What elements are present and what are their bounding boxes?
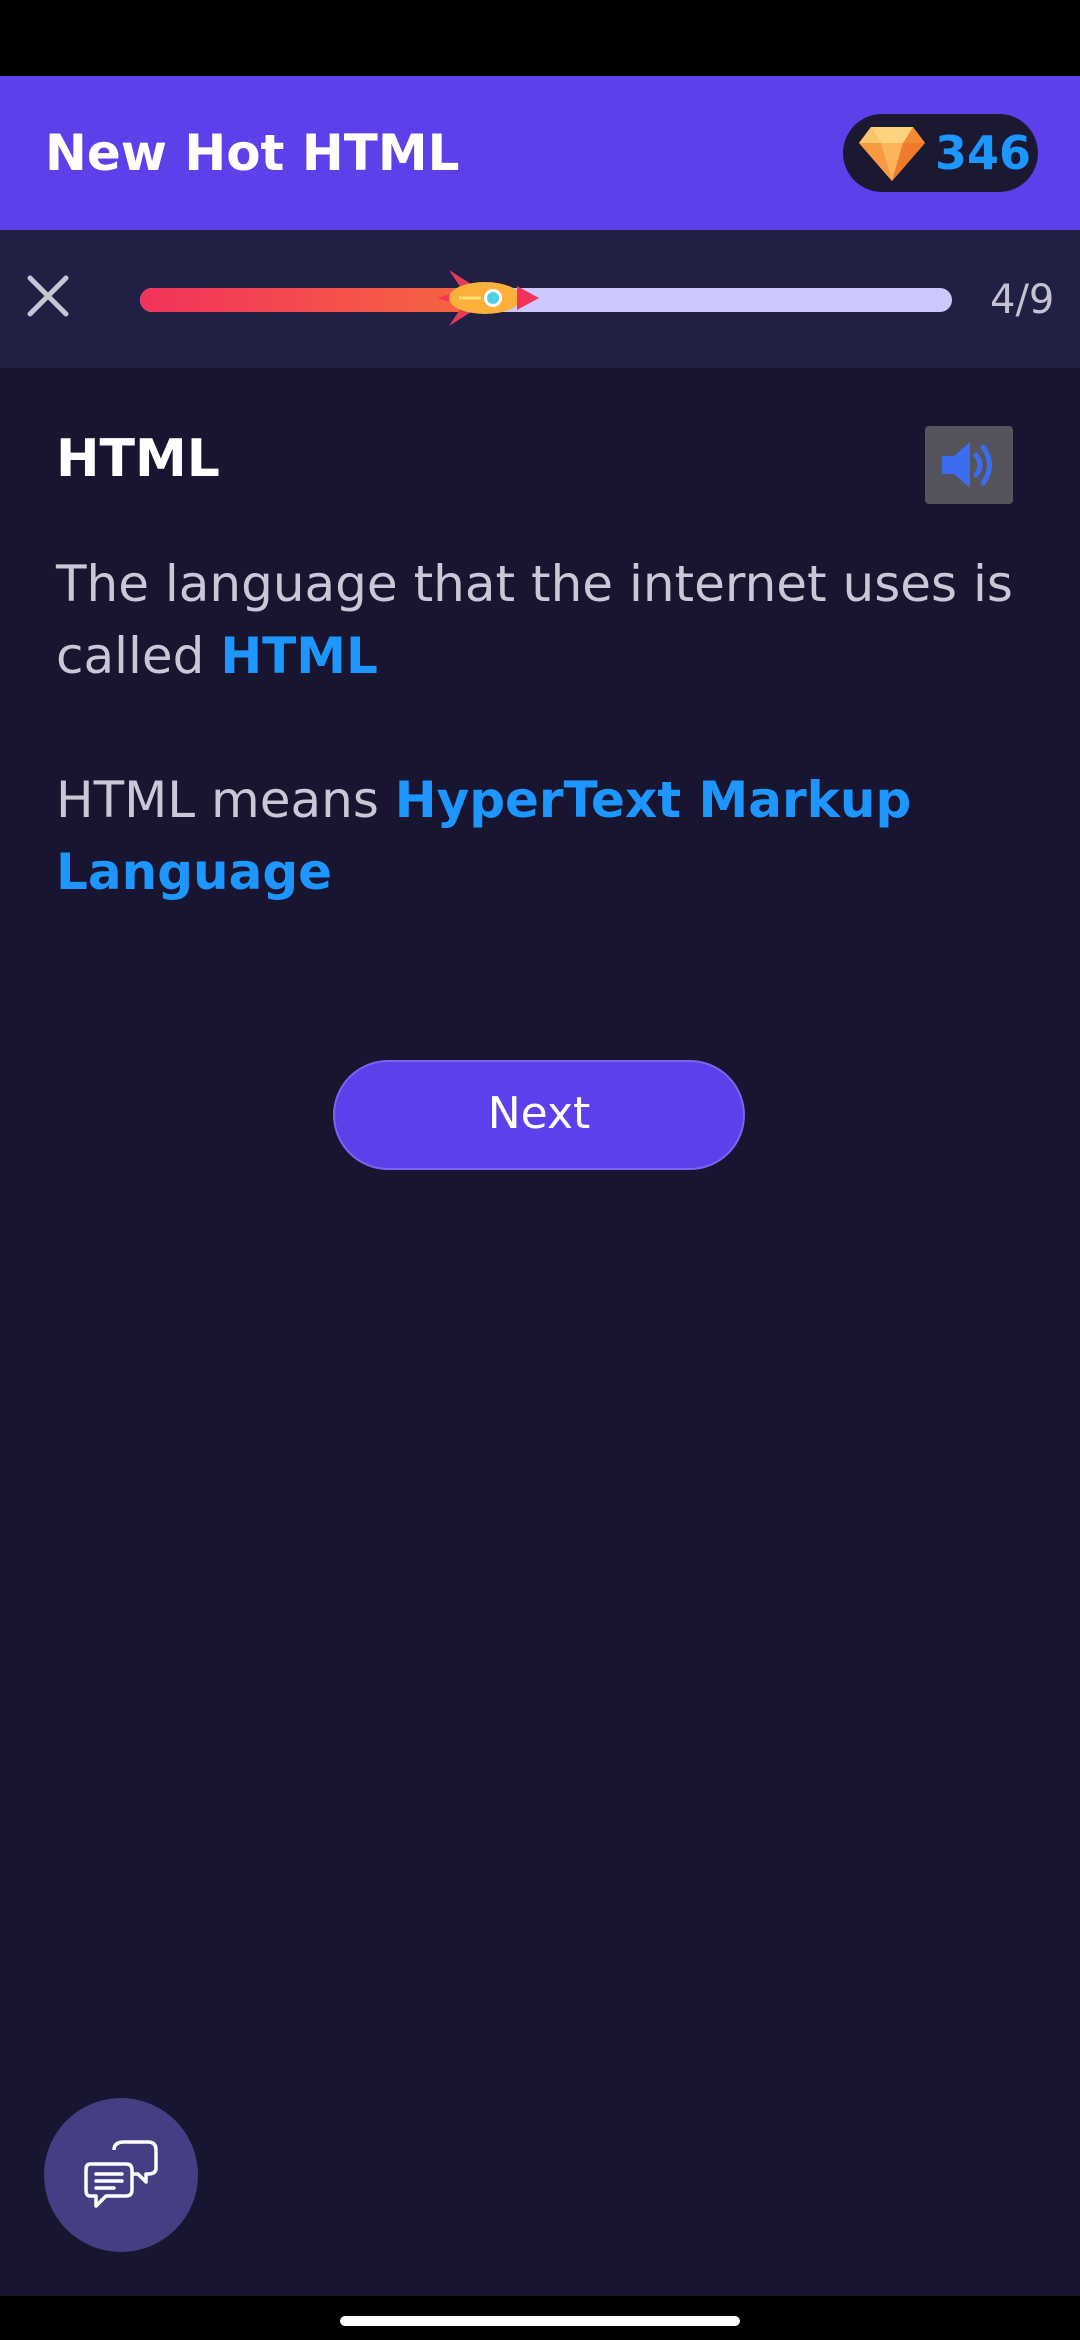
diamond-icon — [859, 127, 925, 181]
rocket-icon — [436, 270, 539, 326]
progress-bar — [140, 288, 952, 312]
app-title: New Hot HTML — [45, 124, 460, 182]
highlight-html: HTML — [220, 627, 378, 685]
speaker-icon — [942, 442, 992, 488]
paragraph-1-text: The language that the internet uses is c… — [56, 555, 1013, 685]
paragraph-2-text: HTML means — [56, 771, 395, 829]
gem-counter[interactable]: 346 — [843, 114, 1038, 192]
status-bar — [0, 0, 1080, 76]
chat-button[interactable] — [44, 2098, 198, 2252]
lesson-title: HTML — [56, 429, 220, 489]
lesson-paragraph-1: The language that the internet uses is c… — [56, 548, 1036, 692]
close-icon[interactable] — [24, 272, 72, 320]
progress-count: 4/9 — [990, 277, 1055, 323]
gem-count: 346 — [935, 126, 1032, 180]
lesson-paragraph-2: HTML means HyperText Markup Language — [56, 764, 1036, 908]
app-bar: New Hot HTML 346 — [0, 76, 1080, 230]
chat-icon — [84, 2140, 158, 2208]
sound-button[interactable] — [925, 426, 1013, 504]
home-indicator[interactable] — [340, 2316, 740, 2326]
next-button[interactable]: Next — [333, 1060, 745, 1170]
